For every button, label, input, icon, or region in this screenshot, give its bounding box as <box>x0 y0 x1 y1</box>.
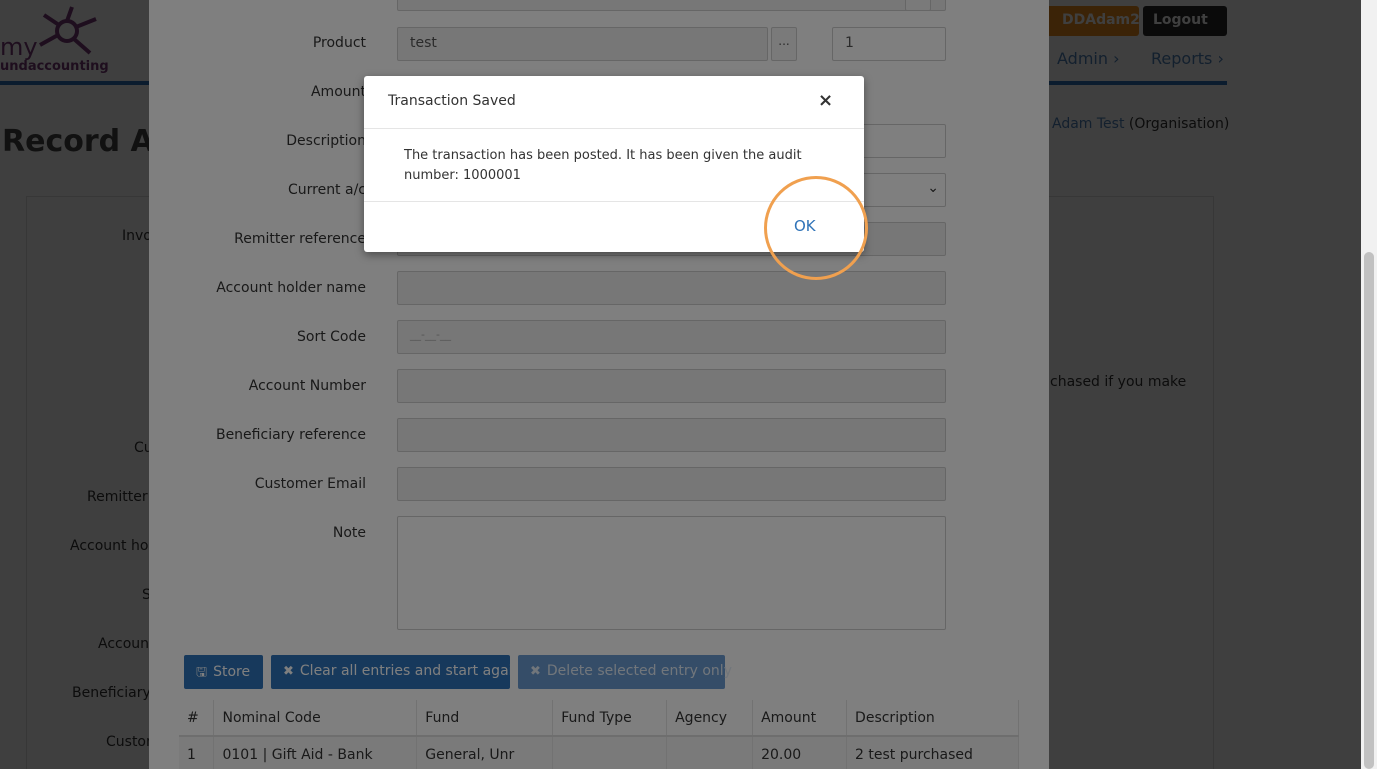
transaction-saved-dialog: Transaction Saved × The transaction has … <box>364 76 864 252</box>
dialog-header: Transaction Saved × <box>364 76 864 129</box>
close-icon[interactable]: × <box>818 90 833 111</box>
dialog-footer: OK <box>364 201 864 252</box>
dialog-title: Transaction Saved <box>388 93 516 109</box>
dialog-message: The transaction has been posted. It has … <box>404 148 802 183</box>
ok-button[interactable]: OK <box>794 217 816 235</box>
scrollbar-thumb[interactable] <box>1364 252 1374 769</box>
